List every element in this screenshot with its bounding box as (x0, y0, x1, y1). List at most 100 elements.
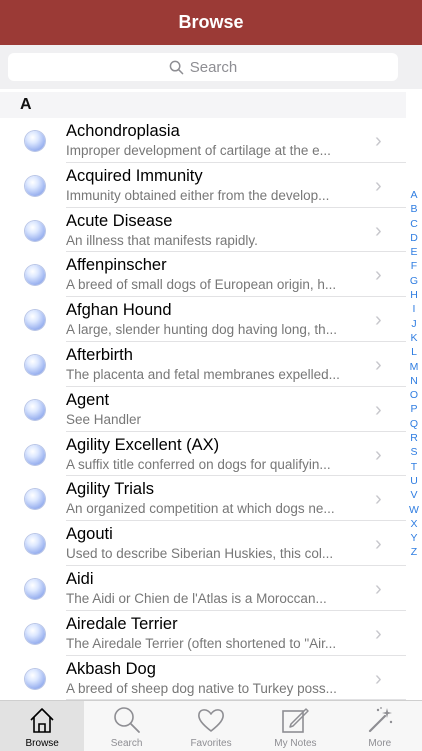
list-item[interactable]: Agility Trials An organized competition a… (0, 476, 406, 522)
index-letter[interactable]: R (410, 431, 418, 445)
magnifier-icon (113, 707, 140, 733)
index-letter[interactable]: Q (410, 417, 418, 431)
term-title: Afterbirth (66, 345, 133, 364)
tab-my-notes[interactable]: My Notes (253, 701, 337, 751)
term-definition: A breed of sheep dog native to Turkey po… (66, 680, 337, 696)
index-letter[interactable]: Z (411, 545, 417, 559)
bullet-icon (25, 310, 45, 331)
index-letter[interactable]: A (410, 188, 417, 202)
index-letter[interactable]: H (410, 288, 418, 302)
index-letter[interactable]: J (411, 317, 416, 331)
index-letter[interactable]: K (410, 331, 417, 345)
term-definition: An organized competition at which dogs n… (66, 501, 335, 517)
term-title: Acute Disease (66, 211, 173, 230)
section-header: A (0, 92, 406, 118)
term-title: Agility Trials (66, 480, 155, 499)
term-definition: A large, slender hunting dog having long… (66, 322, 337, 338)
list-item[interactable]: Afterbirth The placenta and fetal membran… (0, 342, 406, 387)
index-letter[interactable]: V (410, 488, 417, 502)
list-item[interactable]: Aidi The Aidi or Chien de l'Atlas is a Mo… (0, 566, 406, 611)
term-title: Agility Excellent (AX) (66, 435, 220, 454)
bullet-icon (25, 399, 45, 420)
heart-icon (198, 709, 224, 732)
bullet-icon (25, 534, 45, 555)
index-letter[interactable]: D (410, 231, 418, 245)
chevron-right-icon: › (375, 219, 382, 242)
index-letter[interactable]: G (410, 274, 418, 288)
tab-more-label: More (368, 738, 392, 749)
index-letter[interactable]: B (410, 202, 417, 216)
index-letter[interactable]: X (410, 517, 417, 531)
index-letter[interactable]: T (411, 460, 417, 474)
chevron-right-icon: › (375, 622, 382, 645)
index-letter[interactable]: S (410, 445, 417, 459)
index-letter[interactable]: N (410, 374, 418, 388)
chevron-right-icon: › (375, 309, 382, 332)
tab-favorites[interactable]: Favorites (169, 701, 253, 751)
term-definition: Used to describe Siberian Huskies, this … (66, 546, 334, 562)
term-title: Agouti (66, 525, 113, 544)
search-input[interactable]: Search (8, 53, 398, 81)
term-title: Agent (66, 390, 110, 409)
index-letter[interactable]: C (410, 217, 418, 231)
term-definition: Improper development of cartilage at the… (66, 143, 331, 158)
bullet-icon (25, 444, 45, 465)
chevron-right-icon: › (375, 398, 382, 421)
list-item[interactable]: Agility Excellent (AX) A suffix title con… (0, 432, 406, 477)
index-letter[interactable]: Y (410, 531, 417, 545)
search-bar: Search (0, 45, 422, 89)
bullet-icon (25, 623, 45, 644)
list-item[interactable]: Affenpinscher A breed of small dogs of Eu… (0, 252, 406, 298)
index-letter[interactable]: O (410, 388, 418, 402)
tab-search[interactable]: Search (84, 701, 168, 751)
list-item[interactable]: Afghan Hound A large, slender hunting dog… (0, 297, 406, 342)
term-definition: An illness that manifests rapidly. (66, 232, 258, 248)
tab-browse-label: Browse (25, 738, 59, 749)
bullet-icon (25, 489, 45, 510)
note-icon (282, 708, 310, 733)
list-item[interactable]: Airedale Terrier The Airedale Terrier (of… (0, 611, 406, 656)
index-letter[interactable]: L (411, 345, 417, 359)
term-title: Affenpinscher (66, 256, 167, 275)
term-title: Airedale Terrier (66, 614, 178, 633)
section-header-label: A (20, 96, 32, 113)
term-definition: The Airedale Terrier (often shortened to… (66, 635, 337, 651)
chevron-right-icon: › (375, 130, 382, 152)
chevron-right-icon: › (375, 667, 382, 690)
list-item[interactable]: Akbash Dog A breed of sheep dog native to… (0, 656, 406, 701)
bullet-icon (25, 578, 45, 599)
list-item[interactable]: Acquired Immunity Immunity obtained eithe… (0, 163, 406, 208)
term-definition: See Handler (66, 411, 142, 427)
chevron-right-icon: › (375, 488, 382, 511)
tab-browse[interactable]: Browse (0, 701, 85, 751)
bullet-icon (25, 354, 45, 375)
page-title: Browse (178, 12, 244, 32)
index-letter[interactable]: I (413, 302, 416, 316)
list-item[interactable]: Achondroplasia Improper development of ca… (0, 118, 406, 163)
chevron-right-icon: › (375, 533, 382, 556)
list-item[interactable]: Agent See Handler › (0, 387, 406, 432)
term-list: Achondroplasia Improper development of ca… (0, 118, 406, 701)
index-letter[interactable]: U (410, 474, 418, 488)
list-item[interactable]: Acute Disease An illness that manifests r… (0, 208, 406, 253)
chevron-right-icon: › (375, 353, 382, 376)
term-definition: A breed of small dogs of European origin… (66, 277, 337, 293)
bullet-icon (25, 668, 45, 689)
search-placeholder: Search (189, 58, 238, 76)
term-title: Achondroplasia (66, 122, 180, 140)
term-title: Acquired Immunity (66, 166, 203, 185)
term-definition: Immunity obtained either from the develo… (66, 187, 330, 203)
index-letter[interactable]: W (409, 503, 419, 517)
index-letter[interactable]: P (410, 402, 417, 416)
tab-search-label: Search (110, 738, 143, 749)
term-title: Afghan Hound (66, 301, 172, 320)
list-item[interactable]: Agouti Used to describe Siberian Huskies,… (0, 521, 406, 566)
bullet-icon (25, 175, 45, 196)
section-index[interactable]: ABCDEFGHIJKLMNOPQRSTUVWXYZ (406, 188, 422, 560)
index-letter[interactable]: M (410, 360, 419, 374)
index-letter[interactable]: F (411, 259, 417, 273)
index-letter[interactable]: E (410, 245, 417, 259)
bullet-icon (25, 220, 45, 241)
term-definition: The Aidi or Chien de l'Atlas is a Morocc… (66, 590, 327, 606)
tab-more[interactable]: More (338, 701, 422, 751)
